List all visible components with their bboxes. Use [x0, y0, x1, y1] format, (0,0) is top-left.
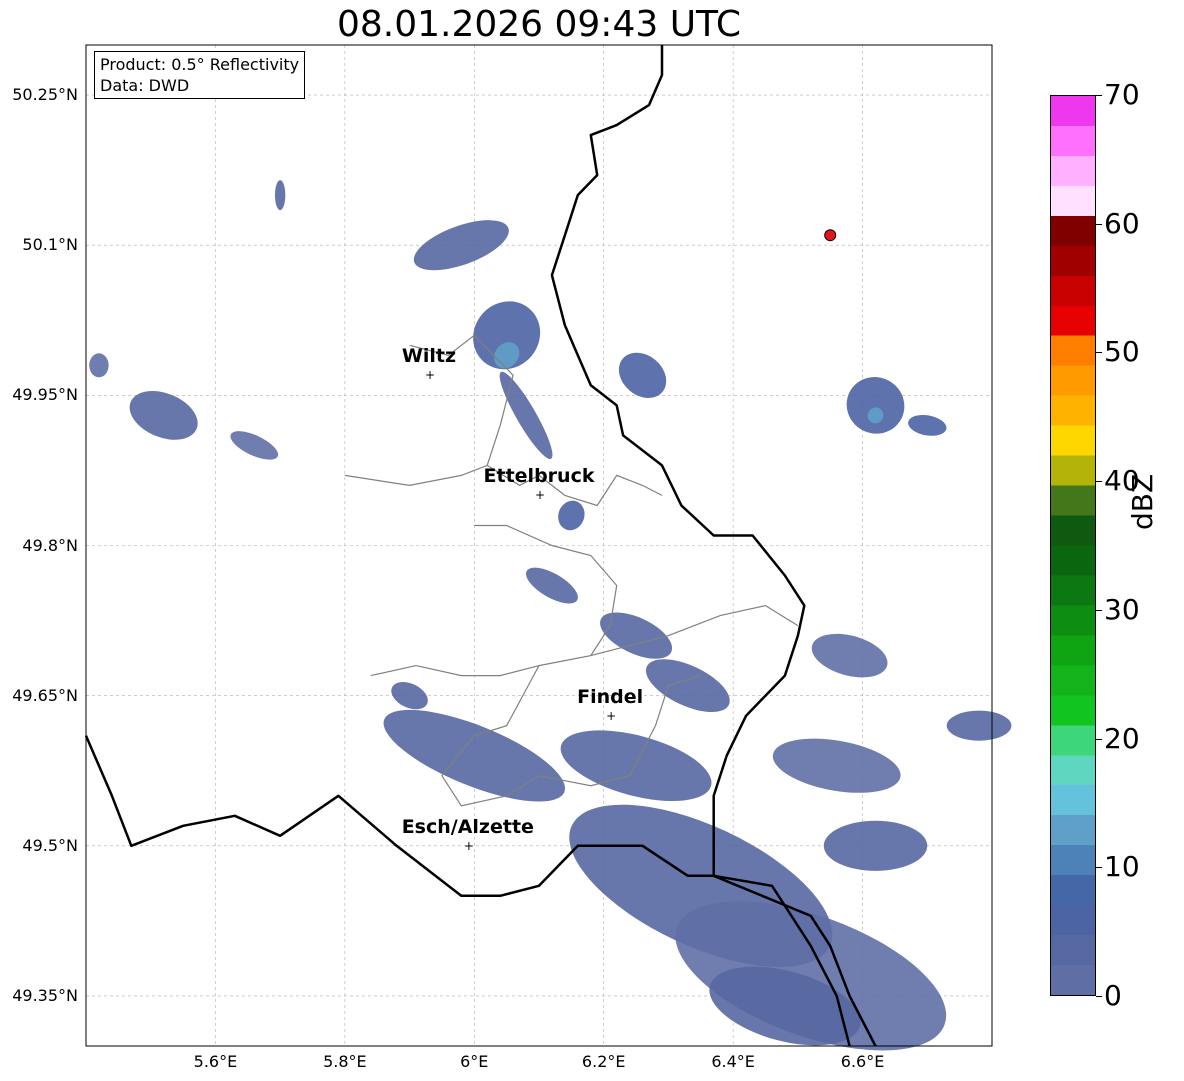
y-tick-label: 49.95°N	[12, 385, 78, 405]
product-label: Product: 0.5° Reflectivity	[100, 55, 300, 74]
colorbar-tick-mark	[1096, 481, 1102, 483]
colorbar-tick-label: 30	[1104, 592, 1140, 626]
echo-cell	[383, 709, 565, 802]
colorbar-tick-mark	[1096, 609, 1102, 611]
colorbar-tick-mark	[1096, 867, 1102, 869]
colorbar	[1050, 95, 1096, 996]
echo-cell	[391, 682, 428, 710]
x-tick-label: 6.4°E	[711, 1052, 755, 1071]
colorbar-tick-mark	[1096, 996, 1102, 997]
radar-site-dot	[824, 229, 837, 242]
colorbar-tick-mark	[1096, 352, 1102, 354]
echo-cell	[811, 633, 888, 678]
y-tick-label: 49.65°N	[12, 685, 78, 705]
echo-cell	[560, 730, 712, 802]
radar-echoes	[89, 180, 1012, 1051]
echo-cell	[274, 180, 286, 211]
echo-cell	[645, 659, 730, 713]
colorbar-tick-label: 10	[1104, 850, 1140, 884]
y-tick-label: 50.1°N	[22, 235, 78, 255]
x-tick-label: 5.8°E	[323, 1052, 367, 1071]
city-marker-icon: +	[424, 368, 436, 383]
product-info-box: Product: 0.5° Reflectivity Data: DWD	[94, 51, 306, 99]
x-tick-label: 6.6°E	[840, 1052, 885, 1071]
y-tick-label: 49.35°N	[12, 985, 78, 1005]
city-label: Findel	[577, 685, 644, 708]
colorbar-tick-label: 0	[1104, 979, 1122, 1012]
colorbar-tick-label: 20	[1104, 721, 1140, 755]
y-tick-label: 50.25°N	[12, 85, 78, 105]
echo-cell	[129, 390, 198, 440]
regional-border	[370, 524, 618, 677]
echo-cell	[526, 567, 578, 604]
echo-cell	[558, 500, 585, 531]
colorbar-tick-label: 60	[1104, 206, 1140, 240]
echo-cell	[230, 431, 279, 460]
echo-cell	[89, 353, 109, 378]
city-label: Esch/Alzette	[401, 815, 534, 838]
colorbar-tick-label: 50	[1104, 335, 1140, 369]
x-tick-label: 5.6°E	[193, 1052, 238, 1071]
x-tick-label: 6°E	[460, 1052, 489, 1071]
city-label: Ettelbruck	[483, 465, 595, 488]
city-marker-icon: +	[535, 488, 546, 503]
city-label: Wiltz	[401, 345, 457, 368]
radar-site-marker	[824, 229, 837, 242]
colorbar-tick-mark	[1096, 738, 1102, 740]
x-tick-label: 6.2°E	[581, 1052, 626, 1071]
colorbar-tick-mark	[1096, 223, 1102, 225]
city-marker-icon: +	[606, 708, 617, 723]
regional-border	[344, 464, 488, 487]
colorbar-tick-mark	[1096, 95, 1102, 96]
echo-cell	[618, 352, 667, 398]
city-marker-icon: +	[463, 838, 474, 853]
radar-map	[84, 44, 1012, 1051]
colorbar-tick-label: 70	[1104, 78, 1140, 111]
colorbar-label: dBZ	[1126, 473, 1159, 530]
y-tick-label: 49.8°N	[22, 535, 78, 555]
echo-cell	[846, 377, 905, 434]
echo-cell	[413, 220, 509, 271]
echo-cell	[772, 738, 901, 793]
echo-cell	[946, 710, 1012, 741]
echo-cell	[823, 820, 928, 871]
data-source-label: Data: DWD	[100, 76, 190, 95]
lat-lon-grid	[86, 45, 992, 1046]
y-tick-label: 49.5°N	[22, 835, 78, 855]
echo-cell	[908, 414, 947, 436]
